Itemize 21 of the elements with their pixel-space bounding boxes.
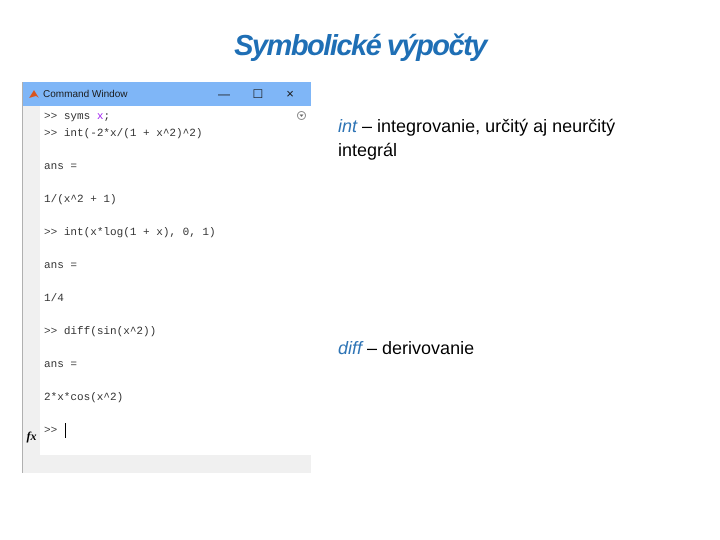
prompt-text: >> bbox=[44, 424, 58, 438]
command-line: >> int(-2*x/(1 + x^2)^2) bbox=[44, 126, 202, 142]
close-button[interactable]: × bbox=[275, 84, 305, 104]
output-text: 1/4 bbox=[44, 292, 64, 306]
output-text: 2*x*cos(x^2) bbox=[44, 390, 124, 406]
maximize-button[interactable]: ☐ bbox=[241, 85, 275, 103]
output-text: ans = bbox=[44, 258, 78, 274]
function-icon[interactable]: fx bbox=[26, 427, 36, 445]
command-line: >> int(x*log(1 + x), 0, 1) bbox=[44, 226, 216, 240]
minimize-button[interactable]: — bbox=[207, 85, 241, 103]
note-text: int – integrovanie, určitý aj neurčitý integrál bbox=[338, 115, 616, 162]
output-text: 1/(x^2 + 1) bbox=[44, 192, 117, 208]
command-line: >> diff(sin(x^2)) bbox=[44, 324, 156, 340]
command-line: >> syms x; bbox=[44, 110, 110, 125]
dropdown-icon[interactable] bbox=[297, 111, 306, 120]
app-icon bbox=[29, 88, 40, 100]
slide-title: Symbolické výpočty bbox=[234, 29, 486, 64]
output-text: ans = bbox=[44, 160, 78, 174]
note-text: diff – derivovanie bbox=[338, 337, 476, 360]
window-title: Command Window bbox=[43, 88, 128, 102]
output-text: ans = bbox=[44, 358, 78, 372]
